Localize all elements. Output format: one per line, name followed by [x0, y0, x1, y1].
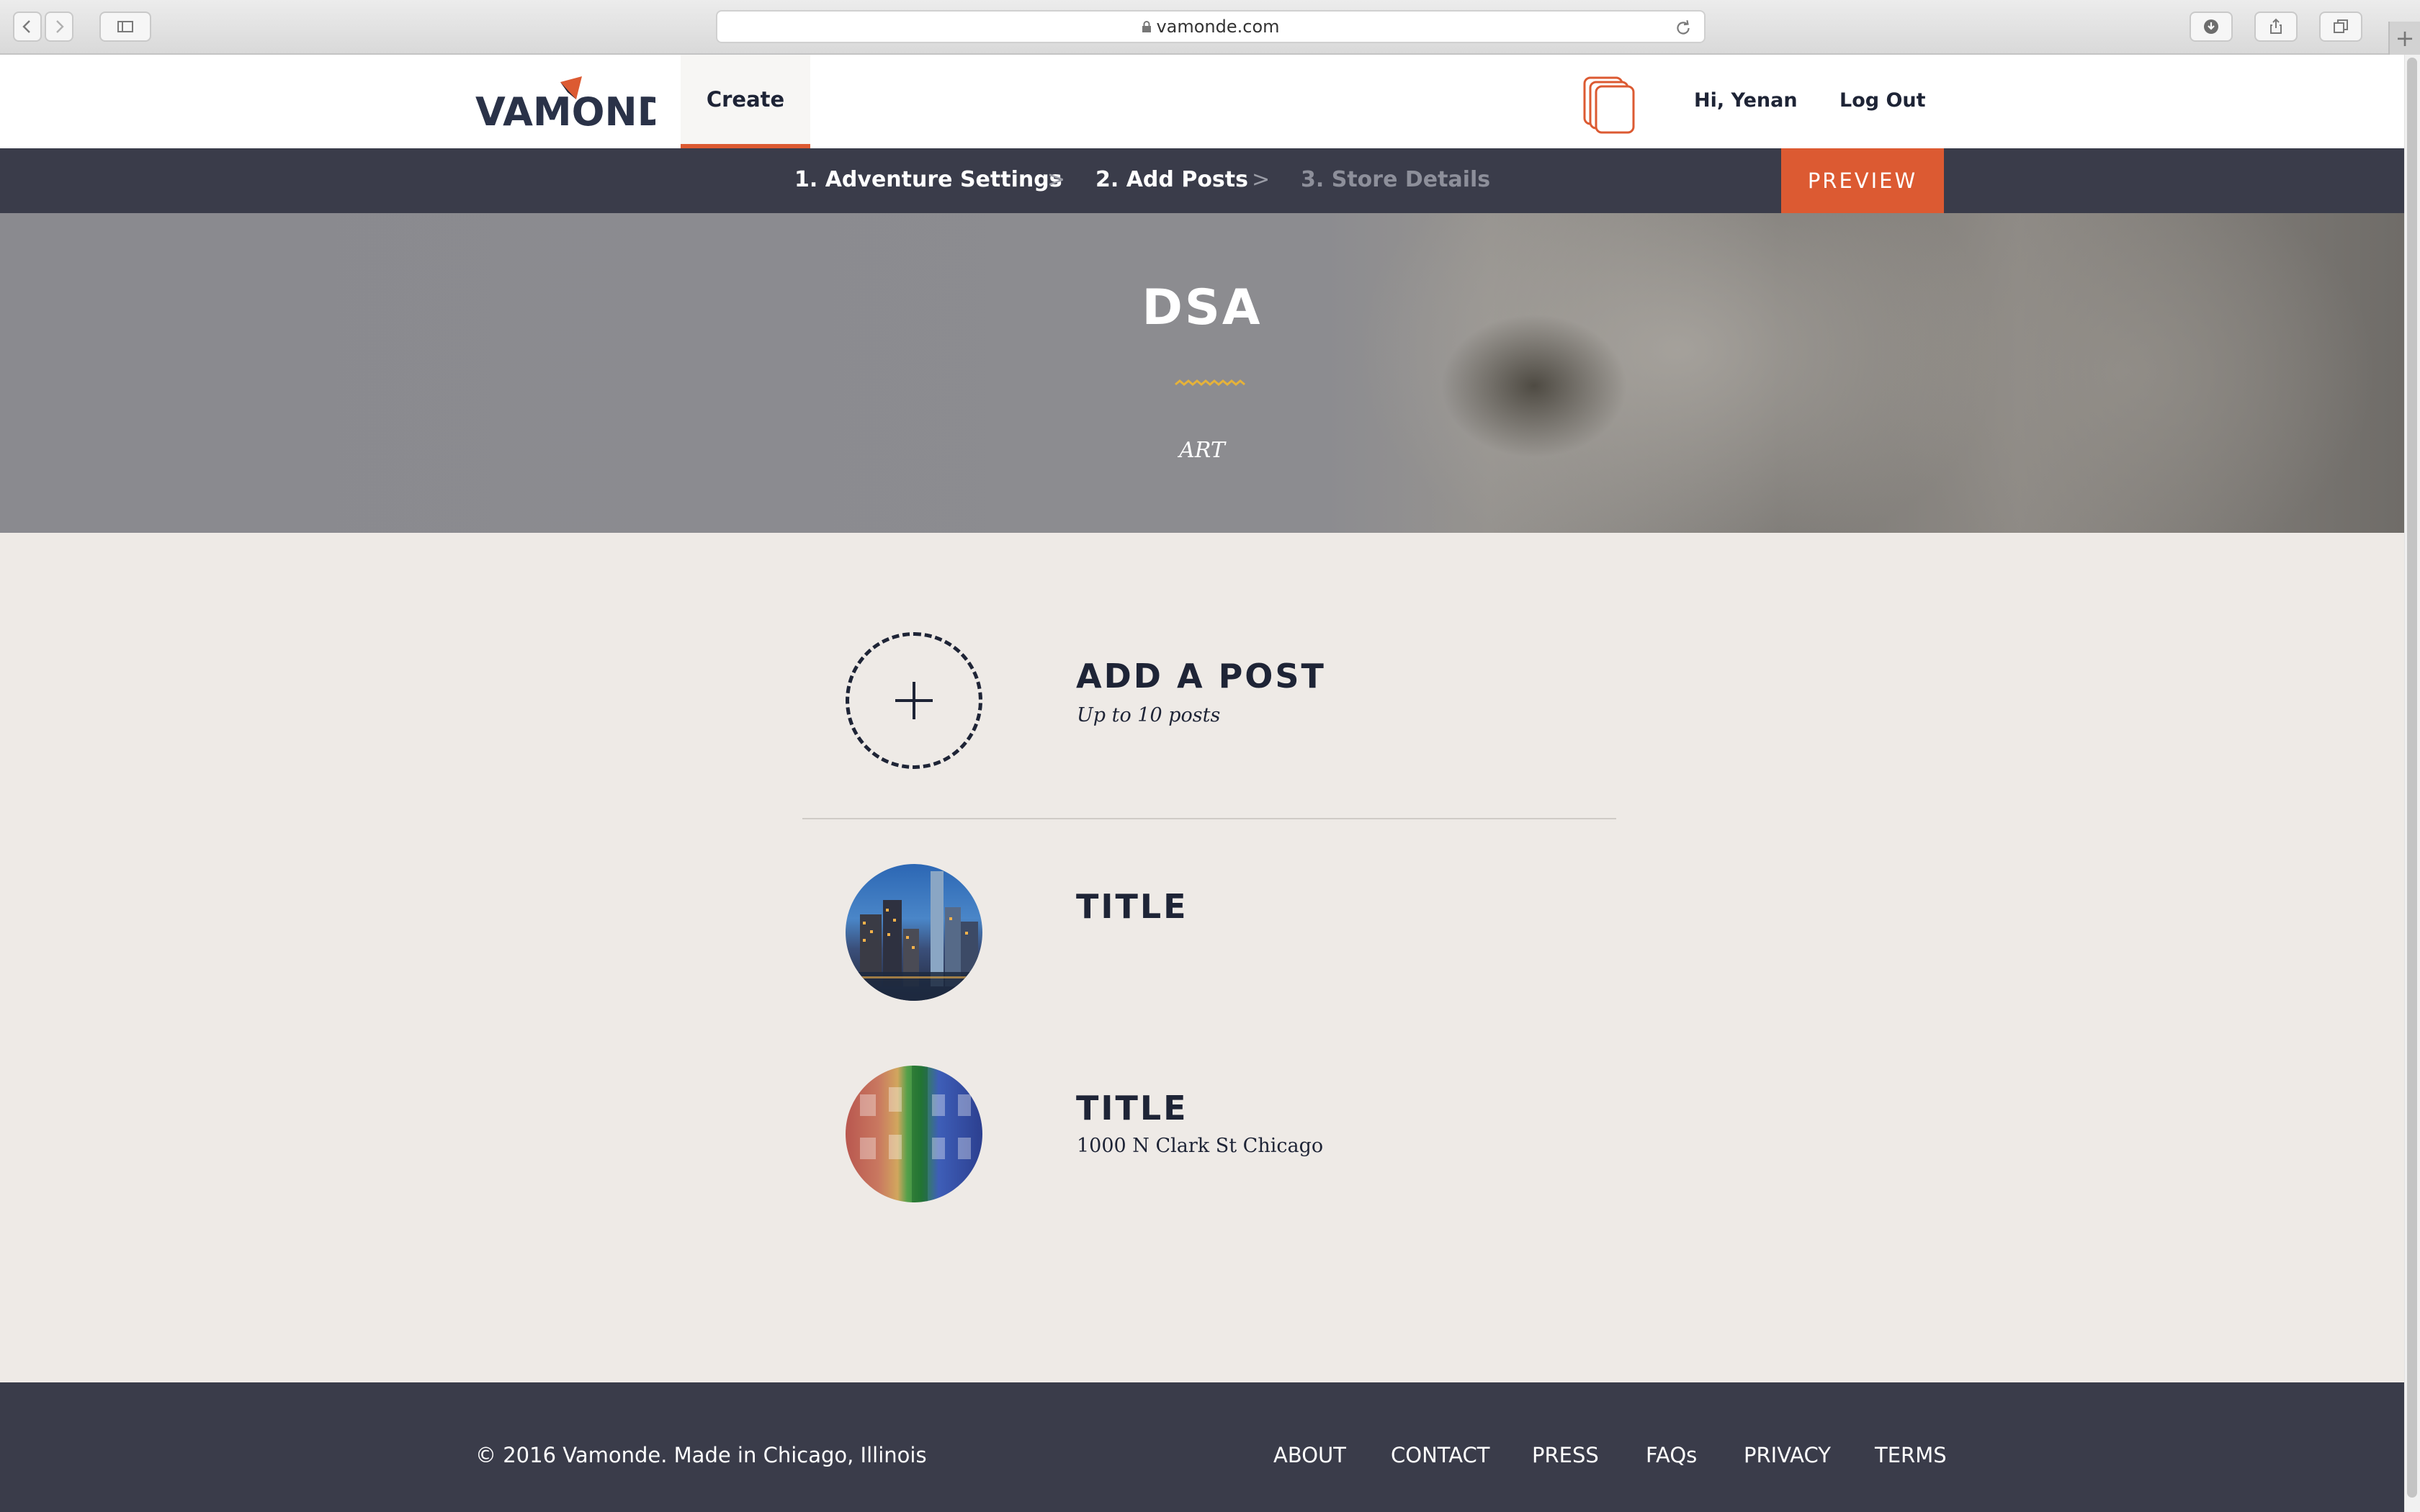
- footer-link-faqs[interactable]: FAQs: [1646, 1443, 1697, 1467]
- step-store-details[interactable]: 3. Store Details: [1301, 167, 1490, 192]
- back-button[interactable]: [13, 12, 42, 42]
- post-title[interactable]: TITLE: [1076, 887, 1188, 926]
- footer-link-terms[interactable]: TERMS: [1875, 1443, 1947, 1467]
- add-post-title[interactable]: ADD A POST: [1076, 657, 1326, 696]
- sidebar-icon: [117, 21, 133, 32]
- plus-icon: [895, 682, 933, 719]
- post-title[interactable]: TITLE: [1076, 1089, 1188, 1128]
- vamonde-logo[interactable]: VAMONDE: [475, 71, 655, 135]
- footer-link-press[interactable]: PRESS: [1532, 1443, 1599, 1467]
- copyright-text: © 2016 Vamonde. Made in Chicago, Illinoi…: [475, 1443, 927, 1467]
- share-button[interactable]: [2254, 12, 2298, 42]
- step-separator: >: [1252, 167, 1270, 192]
- adventure-title: DSA: [1142, 279, 1263, 336]
- sidebar-toggle-button[interactable]: [99, 12, 151, 42]
- footer-link-about[interactable]: ABOUT: [1273, 1443, 1346, 1467]
- address-bar[interactable]: vamonde.com: [716, 10, 1706, 43]
- tabs-overview-button[interactable]: [2319, 12, 2362, 42]
- share-icon: [2270, 18, 2282, 34]
- post-address: 1000 N Clark St Chicago: [1077, 1135, 1324, 1157]
- steps-bar: 1. Adventure Settings > 2. Add Posts > 3…: [0, 148, 2404, 213]
- post-item[interactable]: TITLE 1000 N Clark St Chicago: [802, 1066, 1616, 1210]
- city-skyline-image: [846, 871, 982, 1001]
- site-header: VAMONDE Create Hi, Yenan Log Out: [0, 55, 2404, 148]
- scrollbar-thumb[interactable]: [2407, 58, 2417, 1498]
- nav-create-tab[interactable]: Create: [681, 55, 810, 148]
- step-add-posts[interactable]: 2. Add Posts: [1095, 167, 1248, 192]
- logo-text: VAMONDE: [475, 89, 655, 135]
- step-separator: >: [1047, 167, 1066, 192]
- downloads-button[interactable]: [2190, 12, 2233, 42]
- building-facade-image: [860, 1066, 971, 1202]
- forward-button[interactable]: [45, 12, 73, 42]
- add-post-subtitle: Up to 10 posts: [1077, 704, 1221, 726]
- add-post-button[interactable]: [846, 632, 982, 769]
- adventure-category: ART: [1179, 438, 1225, 463]
- add-post-row[interactable]: ADD A POST Up to 10 posts: [802, 632, 1616, 776]
- preview-button[interactable]: PREVIEW: [1781, 148, 1944, 213]
- footer-link-contact[interactable]: CONTACT: [1391, 1443, 1490, 1467]
- step-adventure-settings[interactable]: 1. Adventure Settings: [794, 167, 1062, 192]
- post-item[interactable]: TITLE: [802, 864, 1616, 1008]
- reload-icon[interactable]: [1674, 19, 1693, 37]
- site-footer: © 2016 Vamonde. Made in Chicago, Illinoi…: [0, 1382, 2404, 1512]
- plus-icon: +: [2395, 24, 2415, 52]
- browser-toolbar: vamonde.com +: [0, 0, 2420, 55]
- divider: [802, 818, 1616, 819]
- download-icon: [2204, 19, 2218, 34]
- footer-link-privacy[interactable]: PRIVACY: [1744, 1443, 1831, 1467]
- url-text: vamonde.com: [1156, 17, 1280, 37]
- user-greeting[interactable]: Hi, Yenan: [1694, 89, 1798, 112]
- chevron-left-icon: [22, 20, 30, 33]
- post-thumbnail[interactable]: [846, 864, 982, 1001]
- tabs-icon: [2334, 19, 2348, 33]
- lock-icon: [1142, 21, 1152, 32]
- adventure-hero: DSA ART: [0, 213, 2404, 533]
- chevron-right-icon: [56, 20, 64, 33]
- squiggle-divider: [1175, 379, 1245, 386]
- logout-link[interactable]: Log Out: [1839, 89, 1926, 112]
- new-tab-button[interactable]: +: [2388, 22, 2420, 55]
- adventures-stack-icon[interactable]: [1582, 75, 1636, 134]
- post-thumbnail[interactable]: [846, 1066, 982, 1202]
